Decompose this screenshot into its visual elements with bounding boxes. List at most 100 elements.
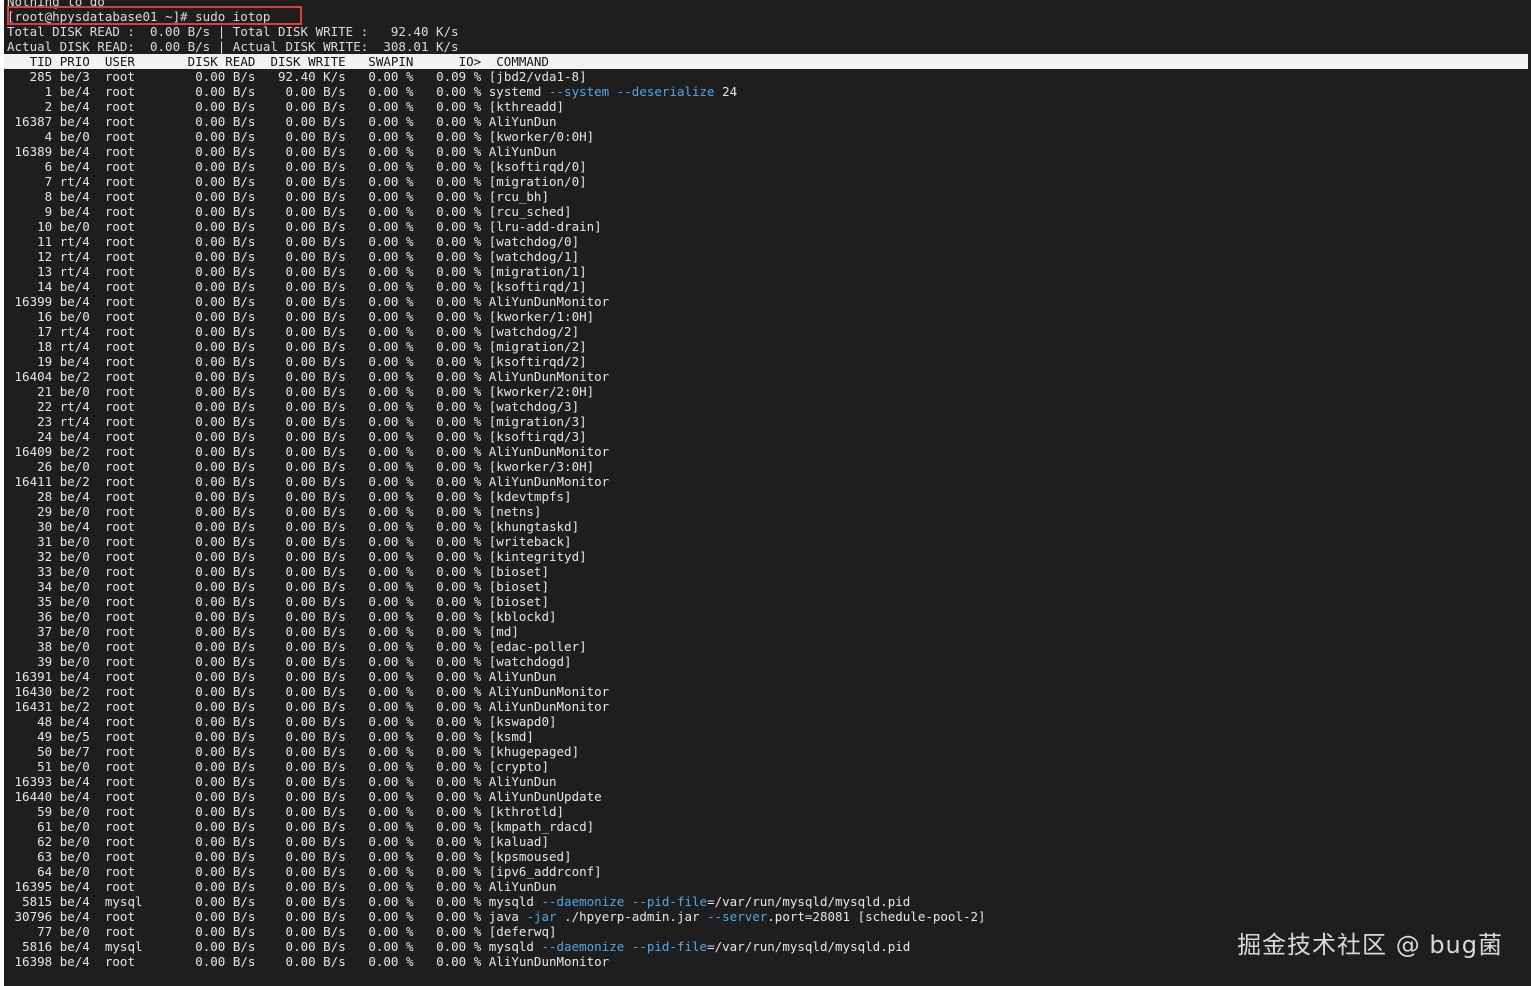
process-row[interactable]: 34 be/0 root 0.00 B/s 0.00 B/s 0.00 % 0.… bbox=[7, 579, 1528, 594]
process-row[interactable]: 16431 be/2 root 0.00 B/s 0.00 B/s 0.00 %… bbox=[7, 699, 1528, 714]
write-cell: 0.00 B/s bbox=[285, 234, 346, 249]
process-row[interactable]: 61 be/0 root 0.00 B/s 0.00 B/s 0.00 % 0.… bbox=[7, 819, 1528, 834]
read-cell: 0.00 B/s bbox=[195, 939, 256, 954]
process-row[interactable]: 16387 be/4 root 0.00 B/s 0.00 B/s 0.00 %… bbox=[7, 114, 1528, 129]
tid-cell: 26 bbox=[37, 459, 53, 474]
read-cell: 0.00 B/s bbox=[195, 489, 256, 504]
process-row[interactable]: 16395 be/4 root 0.00 B/s 0.00 B/s 0.00 %… bbox=[7, 879, 1528, 894]
command-cell: mysqld --daemonize --pid-file=/var/run/m… bbox=[488, 894, 911, 909]
process-row[interactable]: 6 be/4 root 0.00 B/s 0.00 B/s 0.00 % 0.0… bbox=[7, 159, 1528, 174]
read-cell: 0.00 B/s bbox=[195, 129, 256, 144]
process-row[interactable]: 30 be/4 root 0.00 B/s 0.00 B/s 0.00 % 0.… bbox=[7, 519, 1528, 534]
process-row[interactable]: 12 rt/4 root 0.00 B/s 0.00 B/s 0.00 % 0.… bbox=[7, 249, 1528, 264]
process-row[interactable]: 37 be/0 root 0.00 B/s 0.00 B/s 0.00 % 0.… bbox=[7, 624, 1528, 639]
read-cell: 0.00 B/s bbox=[195, 669, 256, 684]
column-header-command[interactable]: COMMAND bbox=[489, 54, 549, 69]
process-row[interactable]: 59 be/0 root 0.00 B/s 0.00 B/s 0.00 % 0.… bbox=[7, 804, 1528, 819]
process-row[interactable]: 2 be/4 root 0.00 B/s 0.00 B/s 0.00 % 0.0… bbox=[7, 99, 1528, 114]
process-row[interactable]: 1 be/4 root 0.00 B/s 0.00 B/s 0.00 % 0.0… bbox=[7, 84, 1528, 99]
user-cell: root bbox=[104, 759, 135, 774]
process-row[interactable]: 29 be/0 root 0.00 B/s 0.00 B/s 0.00 % 0.… bbox=[7, 504, 1528, 519]
column-header-disk-write[interactable]: DISK WRITE bbox=[263, 54, 345, 69]
prio-cell: rt/4 bbox=[59, 399, 90, 414]
write-cell: 0.00 B/s bbox=[285, 639, 346, 654]
process-row[interactable]: 38 be/0 root 0.00 B/s 0.00 B/s 0.00 % 0.… bbox=[7, 639, 1528, 654]
process-row[interactable]: 16440 be/4 root 0.00 B/s 0.00 B/s 0.00 %… bbox=[7, 789, 1528, 804]
process-row[interactable]: 63 be/0 root 0.00 B/s 0.00 B/s 0.00 % 0.… bbox=[7, 849, 1528, 864]
column-header-swapin[interactable]: SWAPIN bbox=[353, 54, 413, 69]
command-cell: AliYunDunMonitor bbox=[488, 684, 610, 699]
process-row[interactable]: 16391 be/4 root 0.00 B/s 0.00 B/s 0.00 %… bbox=[7, 669, 1528, 684]
process-row[interactable]: 16430 be/2 root 0.00 B/s 0.00 B/s 0.00 %… bbox=[7, 684, 1528, 699]
tid-cell: 17 bbox=[37, 324, 53, 339]
read-cell: 0.00 B/s bbox=[195, 174, 256, 189]
process-row[interactable]: 51 be/0 root 0.00 B/s 0.00 B/s 0.00 % 0.… bbox=[7, 759, 1528, 774]
process-row[interactable]: 4 be/0 root 0.00 B/s 0.00 B/s 0.00 % 0.0… bbox=[7, 129, 1528, 144]
command-cell: AliYunDunMonitor bbox=[488, 369, 610, 384]
terminal-window[interactable]: Nothing to do [root@hpysdatabase01 ~]# s… bbox=[4, 0, 1531, 986]
process-row[interactable]: 19 be/4 root 0.00 B/s 0.00 B/s 0.00 % 0.… bbox=[7, 354, 1528, 369]
tid-cell: 16391 bbox=[14, 669, 53, 684]
io-cell: 0.00 % bbox=[436, 564, 482, 579]
column-header-prio[interactable]: PRIO bbox=[60, 54, 98, 69]
process-row[interactable]: 32 be/0 root 0.00 B/s 0.00 B/s 0.00 % 0.… bbox=[7, 549, 1528, 564]
process-row[interactable]: 33 be/0 root 0.00 B/s 0.00 B/s 0.00 % 0.… bbox=[7, 564, 1528, 579]
io-cell: 0.00 % bbox=[436, 129, 482, 144]
column-header-tid[interactable]: TID bbox=[7, 54, 53, 69]
process-row[interactable]: 16 be/0 root 0.00 B/s 0.00 B/s 0.00 % 0.… bbox=[7, 309, 1528, 324]
process-row[interactable]: 50 be/7 root 0.00 B/s 0.00 B/s 0.00 % 0.… bbox=[7, 744, 1528, 759]
tid-cell: 19 bbox=[37, 354, 53, 369]
process-row[interactable]: 64 be/0 root 0.00 B/s 0.00 B/s 0.00 % 0.… bbox=[7, 864, 1528, 879]
io-cell: 0.00 % bbox=[436, 324, 482, 339]
process-row[interactable]: 26 be/0 root 0.00 B/s 0.00 B/s 0.00 % 0.… bbox=[7, 459, 1528, 474]
user-cell: root bbox=[104, 414, 135, 429]
process-row[interactable]: 9 be/4 root 0.00 B/s 0.00 B/s 0.00 % 0.0… bbox=[7, 204, 1528, 219]
user-cell: root bbox=[104, 714, 135, 729]
process-row[interactable]: 10 be/0 root 0.00 B/s 0.00 B/s 0.00 % 0.… bbox=[7, 219, 1528, 234]
process-row[interactable]: 13 rt/4 root 0.00 B/s 0.00 B/s 0.00 % 0.… bbox=[7, 264, 1528, 279]
process-row[interactable]: 23 rt/4 root 0.00 B/s 0.00 B/s 0.00 % 0.… bbox=[7, 414, 1528, 429]
process-row[interactable]: 14 be/4 root 0.00 B/s 0.00 B/s 0.00 % 0.… bbox=[7, 279, 1528, 294]
write-cell: 0.00 B/s bbox=[285, 279, 346, 294]
process-row[interactable]: 49 be/5 root 0.00 B/s 0.00 B/s 0.00 % 0.… bbox=[7, 729, 1528, 744]
user-cell: root bbox=[104, 399, 135, 414]
process-row[interactable]: 30796 be/4 root 0.00 B/s 0.00 B/s 0.00 %… bbox=[7, 909, 1528, 924]
process-row[interactable]: 11 rt/4 root 0.00 B/s 0.00 B/s 0.00 % 0.… bbox=[7, 234, 1528, 249]
process-row[interactable]: 17 rt/4 root 0.00 B/s 0.00 B/s 0.00 % 0.… bbox=[7, 324, 1528, 339]
write-cell: 0.00 B/s bbox=[285, 924, 346, 939]
process-row[interactable]: 21 be/0 root 0.00 B/s 0.00 B/s 0.00 % 0.… bbox=[7, 384, 1528, 399]
process-row[interactable]: 48 be/4 root 0.00 B/s 0.00 B/s 0.00 % 0.… bbox=[7, 714, 1528, 729]
process-row[interactable]: 39 be/0 root 0.00 B/s 0.00 B/s 0.00 % 0.… bbox=[7, 654, 1528, 669]
write-cell: 0.00 B/s bbox=[285, 879, 346, 894]
process-row[interactable]: 28 be/4 root 0.00 B/s 0.00 B/s 0.00 % 0.… bbox=[7, 489, 1528, 504]
column-header-user[interactable]: USER bbox=[105, 54, 180, 69]
process-row[interactable]: 16404 be/2 root 0.00 B/s 0.00 B/s 0.00 %… bbox=[7, 369, 1528, 384]
process-row[interactable]: 18 rt/4 root 0.00 B/s 0.00 B/s 0.00 % 0.… bbox=[7, 339, 1528, 354]
process-row[interactable]: 16393 be/4 root 0.00 B/s 0.00 B/s 0.00 %… bbox=[7, 774, 1528, 789]
command-cell: [deferwq] bbox=[488, 924, 557, 939]
read-cell: 0.00 B/s bbox=[195, 264, 256, 279]
process-row[interactable]: 7 rt/4 root 0.00 B/s 0.00 B/s 0.00 % 0.0… bbox=[7, 174, 1528, 189]
write-cell: 0.00 B/s bbox=[285, 684, 346, 699]
process-row[interactable]: 31 be/0 root 0.00 B/s 0.00 B/s 0.00 % 0.… bbox=[7, 534, 1528, 549]
tid-cell: 64 bbox=[37, 864, 53, 879]
process-row[interactable]: 24 be/4 root 0.00 B/s 0.00 B/s 0.00 % 0.… bbox=[7, 429, 1528, 444]
process-row[interactable]: 16389 be/4 root 0.00 B/s 0.00 B/s 0.00 %… bbox=[7, 144, 1528, 159]
process-row[interactable]: 16399 be/4 root 0.00 B/s 0.00 B/s 0.00 %… bbox=[7, 294, 1528, 309]
process-row[interactable]: 36 be/0 root 0.00 B/s 0.00 B/s 0.00 % 0.… bbox=[7, 609, 1528, 624]
command-cell: [writeback] bbox=[488, 534, 572, 549]
read-cell: 0.00 B/s bbox=[195, 99, 256, 114]
process-row[interactable]: 62 be/0 root 0.00 B/s 0.00 B/s 0.00 % 0.… bbox=[7, 834, 1528, 849]
process-row[interactable]: 35 be/0 root 0.00 B/s 0.00 B/s 0.00 % 0.… bbox=[7, 594, 1528, 609]
process-row[interactable]: 5815 be/4 mysql 0.00 B/s 0.00 B/s 0.00 %… bbox=[7, 894, 1528, 909]
process-row[interactable]: 16411 be/2 root 0.00 B/s 0.00 B/s 0.00 %… bbox=[7, 474, 1528, 489]
tid-cell: 16398 bbox=[14, 954, 53, 969]
column-header-io[interactable]: IO> bbox=[421, 54, 482, 69]
process-row[interactable]: 16409 be/2 root 0.00 B/s 0.00 B/s 0.00 %… bbox=[7, 444, 1528, 459]
column-header-disk-read[interactable]: DISK READ bbox=[188, 54, 256, 69]
read-cell: 0.00 B/s bbox=[195, 354, 256, 369]
process-row[interactable]: 285 be/3 root 0.00 B/s 92.40 K/s 0.00 % … bbox=[7, 69, 1528, 84]
process-row[interactable]: 8 be/4 root 0.00 B/s 0.00 B/s 0.00 % 0.0… bbox=[7, 189, 1528, 204]
process-row[interactable]: 22 rt/4 root 0.00 B/s 0.00 B/s 0.00 % 0.… bbox=[7, 399, 1528, 414]
column-header-bar[interactable]: TID PRIO USER DISK READ DISK WRITE SWAPI… bbox=[4, 54, 1528, 69]
